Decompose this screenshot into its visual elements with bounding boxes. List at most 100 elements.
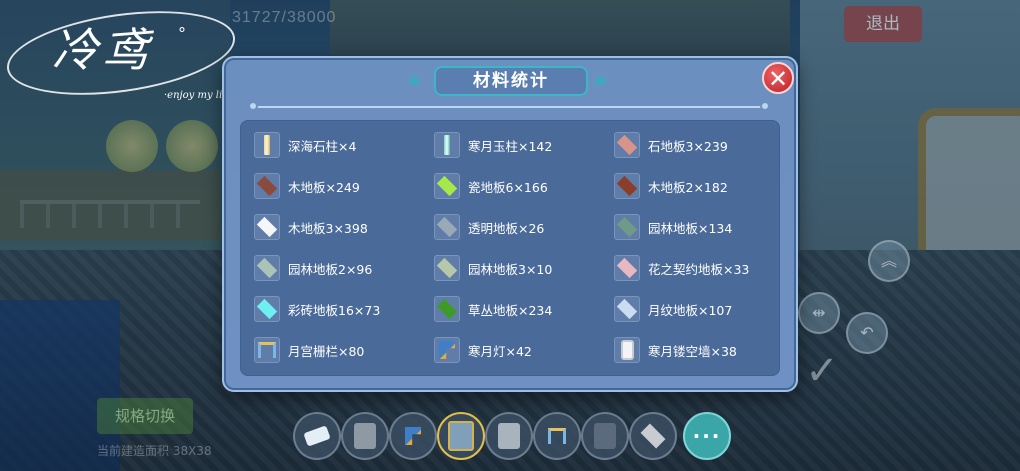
dialog-title-bar: ❋ 材料统计 ❋: [406, 66, 616, 96]
toolbar-slot-4-selected[interactable]: [437, 412, 485, 460]
toolbar-slot-3[interactable]: [389, 412, 437, 460]
material-icon-frame: [614, 132, 640, 158]
swirl-ornament-icon: ❋: [594, 72, 607, 90]
material-stats-dialog: ❋ 材料统计 ❋ ✕ 深海石柱×4 寒月玉柱×142 石地板3×239 木地板×249…: [222, 56, 798, 392]
material-item: 寒月镂空墙×38: [614, 336, 790, 364]
material-item: 瓷地板6×166: [434, 172, 610, 200]
undo-icon[interactable]: ↶: [846, 312, 888, 354]
pillar-block-icon: [594, 423, 616, 449]
material-icon-frame: [434, 255, 460, 281]
material-item: 寒月灯×42: [434, 336, 610, 364]
checkmark-icon[interactable]: ✓: [796, 340, 848, 402]
close-button[interactable]: ✕: [762, 62, 794, 94]
material-label: 寒月镂空墙×38: [648, 343, 737, 359]
toolbar-slot-5[interactable]: [485, 412, 533, 460]
material-label: 月宫栅栏×80: [288, 343, 365, 359]
material-item: 园林地板3×10: [434, 254, 610, 282]
logo-script-text: 冷鸢: [52, 23, 152, 77]
tile-icon: [256, 216, 278, 238]
toolbar-slot-8[interactable]: [629, 412, 677, 460]
exit-button[interactable]: 退出: [844, 6, 922, 42]
material-label: 草丛地板×234: [468, 302, 553, 318]
material-item: 石地板3×239: [614, 131, 790, 159]
material-icon-frame: [254, 255, 280, 281]
title-divider: [254, 106, 766, 108]
tile-icon: [436, 257, 458, 279]
tile-icon: [256, 298, 278, 320]
divider-end-dot: [760, 101, 770, 111]
material-icon-frame: [254, 337, 280, 363]
dialog-title: 材料统计: [434, 66, 588, 96]
material-item: 深海石柱×4: [254, 131, 430, 159]
material-item: 月宫栅栏×80: [254, 336, 430, 364]
material-icon-frame: [254, 214, 280, 240]
pillar-block-icon: [498, 423, 520, 449]
material-label: 寒月玉柱×142: [468, 138, 553, 154]
hud-tool-button-2[interactable]: [166, 120, 218, 172]
build-area-text: 当前建造面积 38X38: [97, 444, 212, 458]
material-item: 寒月玉柱×142: [434, 131, 610, 159]
lamp-icon: [405, 427, 421, 445]
material-item: 月纹地板×107: [614, 295, 790, 323]
tile-icon: [640, 423, 666, 449]
material-icon-frame: [434, 337, 460, 363]
divider-end-dot: [248, 101, 258, 111]
material-label: 透明地板×26: [468, 220, 545, 236]
lamp-icon: [439, 341, 455, 359]
material-label: 园林地板2×96: [288, 261, 373, 277]
tile-icon: [616, 175, 638, 197]
mirror-flip-icon[interactable]: ⇹: [798, 292, 840, 334]
size-switch-button[interactable]: 规格切换: [97, 398, 193, 434]
material-label: 园林地板3×10: [468, 261, 553, 277]
material-icon-frame: [434, 214, 460, 240]
more-button[interactable]: ···: [683, 412, 731, 460]
tile-icon: [436, 216, 458, 238]
watermark-logo: 冷鸢 ° ·enjoy my life·: [1, 0, 241, 108]
material-item: 木地板2×182: [614, 172, 790, 200]
material-item: 园林地板×134: [614, 213, 790, 241]
material-list: 深海石柱×4 寒月玉柱×142 石地板3×239 木地板×249 瓷地板6×166 木地板…: [240, 120, 780, 376]
material-icon-frame: [434, 296, 460, 322]
material-label: 寒月灯×42: [468, 343, 532, 359]
tile-icon: [616, 134, 638, 156]
material-label: 园林地板×134: [648, 220, 733, 236]
double-chevron-up-icon[interactable]: ︽: [868, 240, 910, 282]
material-label: 月纹地板×107: [648, 302, 733, 318]
swirl-ornament-icon: ❋: [408, 72, 421, 90]
material-item: 透明地板×26: [434, 213, 610, 241]
material-label: 石地板3×239: [648, 138, 728, 154]
tile-icon: [616, 257, 638, 279]
block-count-text: 31727/38000: [232, 9, 337, 26]
material-icon-frame: [614, 255, 640, 281]
toolbar-slot-2[interactable]: [341, 412, 389, 460]
tile-icon: [616, 216, 638, 238]
material-icon-frame: [254, 173, 280, 199]
wall-icon: [620, 340, 634, 360]
material-label: 瓷地板6×166: [468, 179, 548, 195]
material-item: 彩砖地板16×73: [254, 295, 430, 323]
material-label: 花之契约地板×33: [648, 261, 750, 277]
material-icon-frame: [434, 132, 460, 158]
material-icon-frame: [614, 296, 640, 322]
material-label: 木地板2×182: [648, 179, 728, 195]
toolbar-slot-7[interactable]: [581, 412, 629, 460]
material-item: 花之契约地板×33: [614, 254, 790, 282]
pillar-block-icon: [354, 423, 376, 449]
material-item: 园林地板2×96: [254, 254, 430, 282]
tile-icon: [256, 175, 278, 197]
material-label: 木地板3×398: [288, 220, 368, 236]
tile-icon: [256, 257, 278, 279]
material-label: 深海石柱×4: [288, 138, 357, 154]
material-item: 草丛地板×234: [434, 295, 610, 323]
pillar-gold-icon: [264, 135, 270, 155]
toolbar-slot-eraser[interactable]: [293, 412, 341, 460]
toolbar-slot-6[interactable]: [533, 412, 581, 460]
tile-icon: [436, 175, 458, 197]
material-label: 木地板×249: [288, 179, 360, 195]
fence-icon: [548, 428, 566, 444]
pillar-jade-icon: [444, 135, 450, 155]
material-icon-frame: [614, 337, 640, 363]
material-icon-frame: [254, 132, 280, 158]
eraser-icon: [303, 425, 331, 447]
hud-tool-button-1[interactable]: [106, 120, 158, 172]
